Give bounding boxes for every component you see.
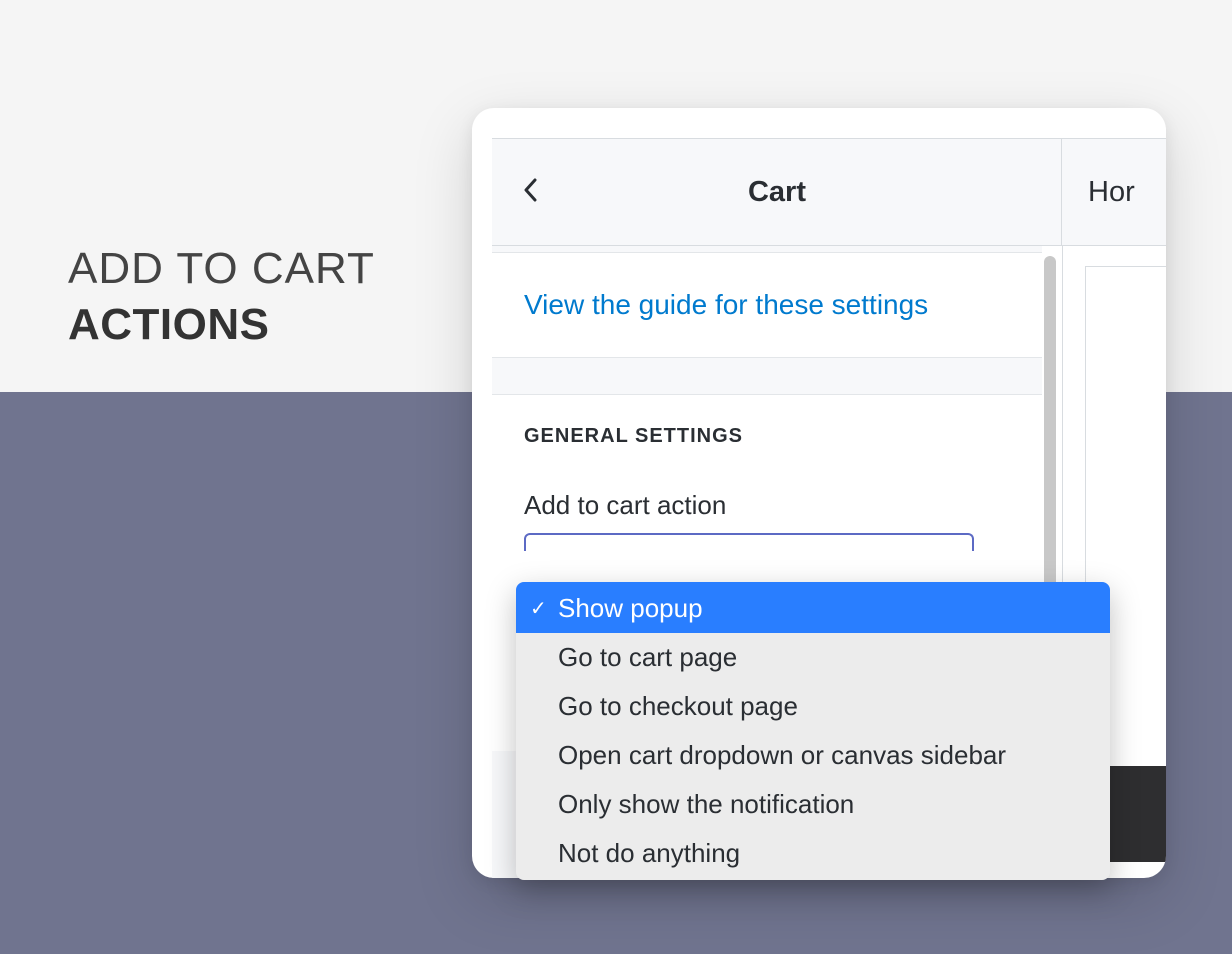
dropdown-option[interactable]: ✓Not do anything	[516, 829, 1110, 880]
dropdown-option-label: Go to checkout page	[558, 687, 798, 726]
dropdown-option[interactable]: ✓Go to checkout page	[516, 682, 1110, 731]
check-icon: ✓	[530, 594, 558, 624]
dropdown-option[interactable]: ✓Go to cart page	[516, 633, 1110, 682]
add-to-cart-action-dropdown: ✓Show popup✓Go to cart page✓Go to checko…	[516, 582, 1110, 880]
dropdown-option-label: Go to cart page	[558, 638, 737, 677]
guide-section: View the guide for these settings	[492, 252, 1042, 358]
dropdown-option[interactable]: ✓Open cart dropdown or canvas sidebar	[516, 731, 1110, 780]
section-heading: GENERAL SETTINGS	[524, 425, 1010, 448]
feature-title-block: ADD TO CART ACTIONS	[68, 244, 375, 350]
add-to-cart-action-select[interactable]	[524, 533, 974, 551]
dropdown-option-label: Show popup	[558, 589, 703, 628]
chevron-left-icon	[523, 178, 537, 207]
dropdown-option[interactable]: ✓Only show the notification	[516, 780, 1110, 829]
dropdown-option-label: Open cart dropdown or canvas sidebar	[558, 736, 1006, 775]
panel-header: Cart Hor	[492, 138, 1166, 246]
add-to-cart-action-label: Add to cart action	[524, 490, 1010, 521]
main-header-region: Cart	[492, 139, 1062, 245]
guide-link[interactable]: View the guide for these settings	[524, 289, 928, 320]
dropdown-option[interactable]: ✓Show popup	[516, 582, 1110, 633]
panel-title: Cart	[492, 176, 1062, 209]
back-button[interactable]	[502, 164, 558, 220]
feature-title-line1: ADD TO CART	[68, 244, 375, 294]
feature-title-line2: ACTIONS	[68, 300, 375, 350]
side-panel-title: Hor	[1062, 176, 1166, 209]
dropdown-option-label: Not do anything	[558, 834, 740, 873]
dropdown-option-label: Only show the notification	[558, 785, 854, 824]
